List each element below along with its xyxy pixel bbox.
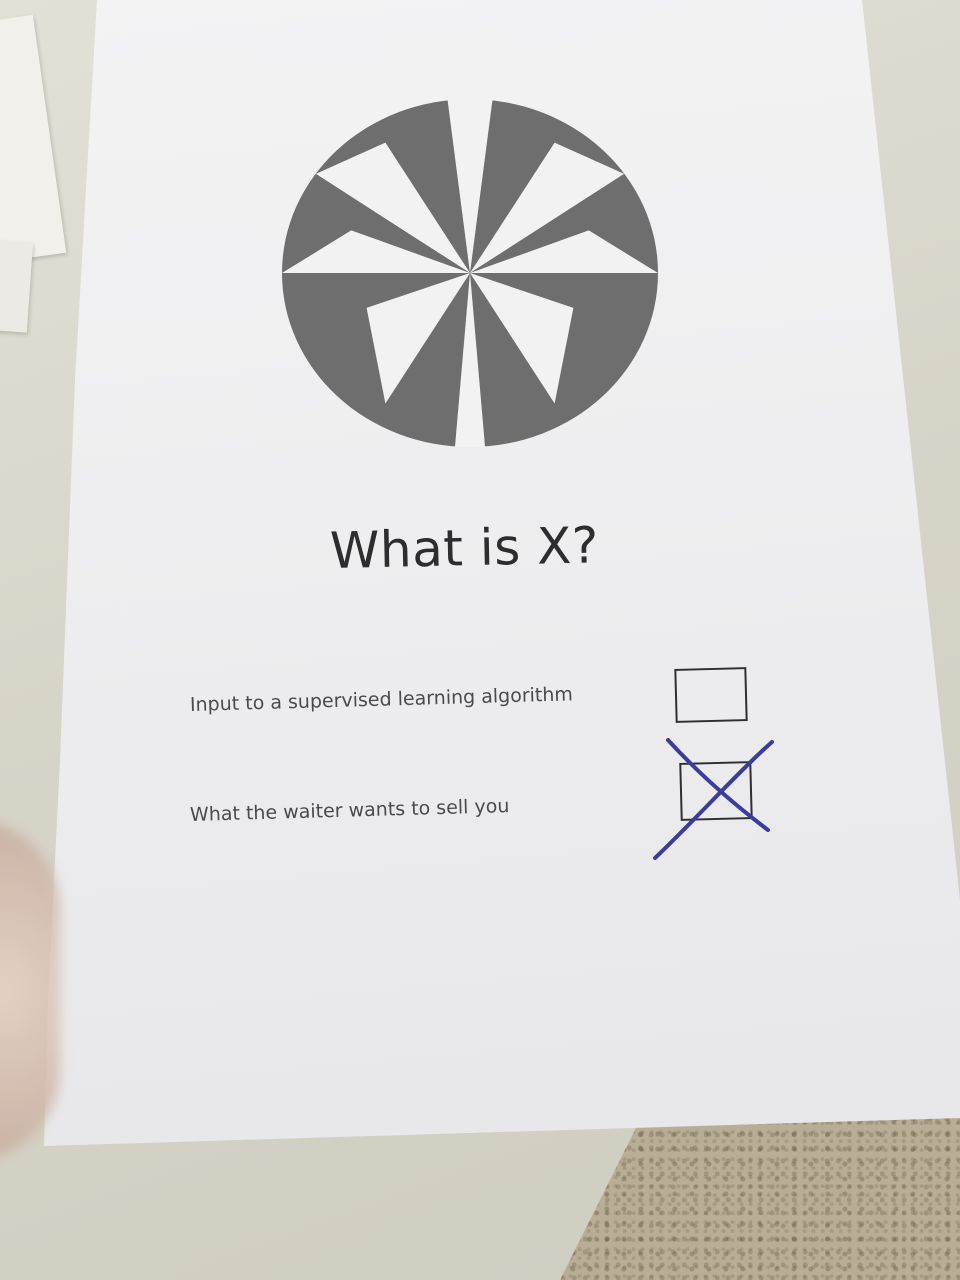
thumb bbox=[0, 820, 60, 1160]
pinwheel-logo-icon bbox=[282, 100, 658, 447]
photo-scene: What is X? Input to a supervised learnin… bbox=[0, 0, 960, 1280]
x-mark-icon bbox=[653, 738, 774, 860]
question-title: What is X? bbox=[329, 516, 600, 580]
option-checkbox-supervised[interactable] bbox=[674, 667, 748, 723]
